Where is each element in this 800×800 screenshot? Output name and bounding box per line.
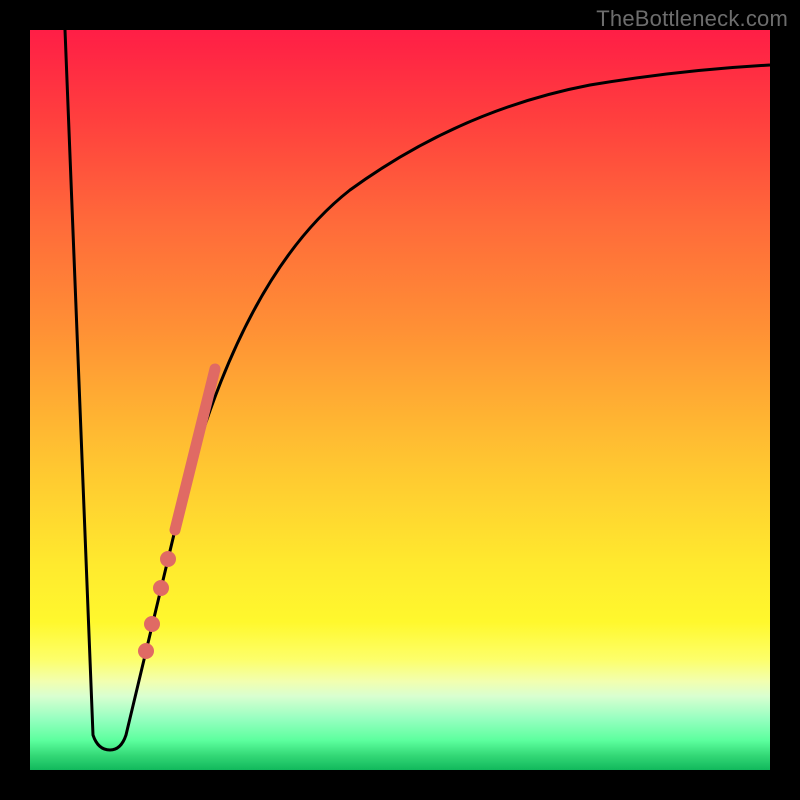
chart-svg [30,30,770,770]
gpu-sample-dot [153,580,169,596]
gpu-sample-dot [160,551,176,567]
gpu-sample-dot [144,616,160,632]
plot-area [30,30,770,770]
bottleneck-curve [65,30,770,750]
common-gpu-range [175,369,215,530]
watermark-text: TheBottleneck.com [596,6,788,32]
chart-frame: TheBottleneck.com [0,0,800,800]
gpu-sample-dot [138,643,154,659]
